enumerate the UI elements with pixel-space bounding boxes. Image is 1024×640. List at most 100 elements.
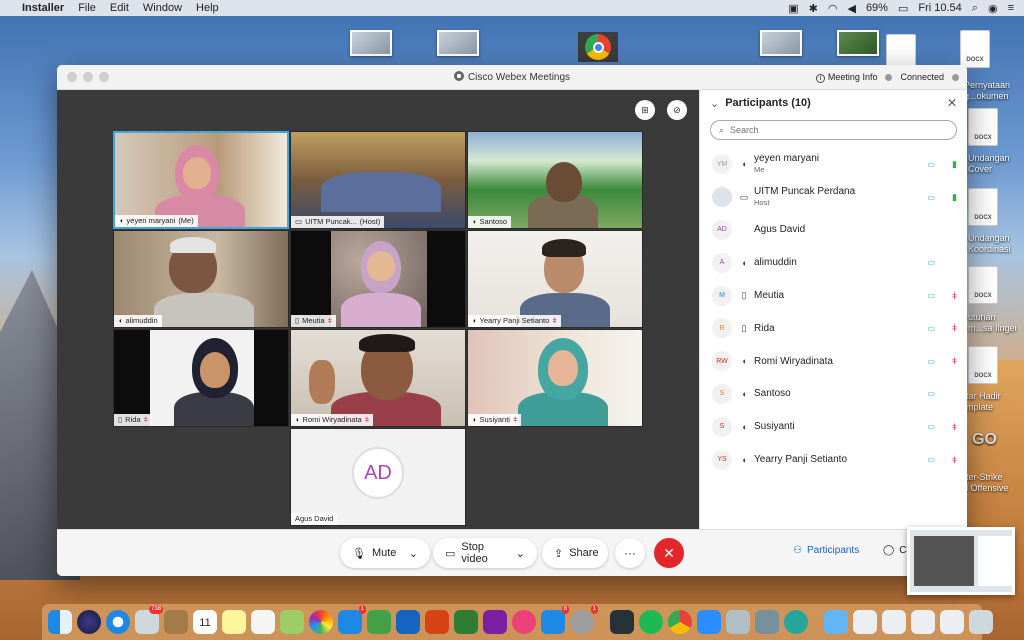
desktop-file-icon[interactable]: DOCX — [968, 108, 998, 146]
app-store-icon[interactable]: 8 — [541, 605, 569, 634]
window-preview-thumbnail[interactable] — [907, 527, 1015, 595]
battery-percent[interactable]: 69% — [866, 2, 888, 14]
participants-tab[interactable]: ⚇ Participants — [793, 545, 859, 556]
safari-icon[interactable] — [106, 610, 130, 634]
participant-row[interactable]: R ▯ Rida ▭ ǂ — [700, 312, 967, 345]
webex-status-icon[interactable]: ▣ — [788, 2, 798, 15]
menu-window[interactable]: Window — [143, 2, 182, 14]
meeting-info-button[interactable]: i Meeting Info — [815, 72, 877, 83]
facetime-icon[interactable] — [367, 610, 391, 634]
desktop-app-label[interactable]: ter-Strike l Offensive — [966, 472, 1008, 494]
siri-dock-icon[interactable] — [77, 610, 101, 634]
chevron-down-icon[interactable]: ⌄ — [516, 547, 525, 560]
clock[interactable]: Fri 10.54 — [918, 2, 961, 14]
document-stack-icon[interactable] — [853, 610, 877, 634]
music-icon[interactable] — [512, 610, 536, 634]
battery-icon[interactable]: ▭ — [898, 2, 908, 15]
chevron-down-icon[interactable]: ⌄ — [409, 547, 418, 560]
webex-dock-icon[interactable] — [784, 610, 808, 634]
desktop-file-label[interactable]: Pernyataan g...okumen — [964, 80, 1010, 102]
participant-row[interactable]: M ▯ Meutia ▭ ǂ — [700, 279, 967, 312]
video-tile-rida[interactable]: ▯ Rida ǂ — [113, 329, 289, 427]
word-icon[interactable] — [396, 610, 420, 634]
volume-icon[interactable]: ◀︎ — [847, 2, 855, 15]
xcode-icon[interactable] — [610, 610, 634, 634]
video-tile-alimuddin[interactable]: ◖ alimuddin — [113, 230, 289, 328]
onenote-icon[interactable] — [483, 610, 507, 634]
stop-video-button[interactable]: ▭ Stop video ⌄ — [433, 538, 537, 568]
folder-icon[interactable] — [824, 610, 848, 634]
layout-grid-icon[interactable]: ⊞ — [635, 100, 655, 120]
csgo-icon[interactable]: GO — [972, 432, 997, 448]
search-input[interactable] — [730, 125, 931, 135]
mute-button[interactable]: 🎙︎ Mute ⌄ — [340, 538, 430, 568]
menu-file[interactable]: File — [78, 2, 96, 14]
messages-blue-icon[interactable]: 1 — [338, 605, 366, 634]
participant-row[interactable]: S ◖ Santoso ▭ — [700, 378, 967, 411]
video-tile-yeyen[interactable]: ◖ yeyen maryani (Me) — [113, 131, 289, 229]
pin-icon[interactable]: ⊘ — [667, 100, 687, 120]
photos-icon[interactable] — [309, 610, 333, 634]
spotify-icon[interactable] — [639, 610, 663, 634]
reminders-icon[interactable] — [251, 610, 275, 634]
muted-mic-icon[interactable]: ǂ — [952, 291, 957, 301]
desktop-file-icon[interactable]: DOCX — [968, 346, 998, 384]
video-tile-susiyanti[interactable]: ◖ Susiyanti ǂ — [467, 329, 643, 427]
menu-app-name[interactable]: Installer — [22, 2, 64, 14]
participant-row[interactable]: ▭ UITM Puncak Perdana Host ▭ ▮ — [700, 181, 967, 214]
document-stack-icon[interactable] — [911, 610, 935, 634]
participant-row[interactable]: RW ◖ Romi Wiryadinata ▭ ǂ — [700, 345, 967, 378]
video-tile-agus[interactable]: AD Agus David — [290, 428, 466, 526]
desktop-file-icon[interactable]: DOCX — [968, 266, 998, 304]
document-stack-icon[interactable] — [940, 610, 964, 634]
video-tile-romi[interactable]: ◖ Romi Wiryadinata ǂ — [290, 329, 466, 427]
collapse-chevron-icon[interactable]: ⌄ — [710, 97, 719, 110]
disk-utility-icon[interactable] — [755, 610, 779, 634]
document-stack-icon[interactable] — [882, 610, 906, 634]
muted-mic-icon[interactable]: ǂ — [952, 323, 957, 333]
desktop-file-icon[interactable]: DOCX — [968, 188, 998, 226]
participant-row[interactable]: AD Agus David — [700, 214, 967, 247]
preview-icon[interactable] — [726, 610, 750, 634]
contacts-icon[interactable] — [164, 610, 188, 634]
siri-icon[interactable]: ◉ — [988, 2, 998, 15]
menu-edit[interactable]: Edit — [110, 2, 129, 14]
desktop-screenshot-thumbnail[interactable] — [837, 30, 879, 56]
close-panel-icon[interactable]: ✕ — [947, 96, 957, 110]
menu-help[interactable]: Help — [196, 2, 219, 14]
notes-icon[interactable] — [222, 610, 246, 634]
participant-row[interactable]: S ◖ Susiyanti ▭ ǂ — [700, 410, 967, 443]
control-center-icon[interactable]: ≡ — [1008, 2, 1014, 14]
video-tile-santoso[interactable]: ◖ Santoso — [467, 131, 643, 229]
maps-icon[interactable] — [280, 610, 304, 634]
spotlight-icon[interactable]: ⌕ — [972, 2, 978, 15]
desktop-file-label[interactable]: utuhan m...sa Ilngei — [968, 312, 1017, 334]
video-tile-uitm[interactable]: ▭ UITM Puncak... (Host) — [290, 131, 466, 229]
mic-active-icon[interactable]: ▮ — [952, 159, 957, 170]
muted-mic-icon[interactable]: ǂ — [952, 422, 957, 432]
finder-icon[interactable] — [48, 610, 72, 634]
muted-mic-icon[interactable]: ǂ — [952, 356, 957, 366]
participant-row[interactable]: YM ◖ yeyen maryani Me ▭ ▮ — [700, 148, 967, 181]
trash-icon[interactable] — [969, 610, 993, 634]
wifi-icon[interactable]: ◠ — [828, 2, 838, 15]
desktop-screenshot-thumbnail[interactable] — [437, 30, 479, 56]
more-options-button[interactable]: ··· — [615, 538, 645, 568]
end-call-button[interactable]: ✕ — [654, 538, 684, 568]
photos-app-icon[interactable]: 738 — [135, 605, 163, 634]
powerpoint-icon[interactable] — [425, 610, 449, 634]
bluetooth-icon[interactable]: ✱ — [809, 2, 818, 15]
chrome-icon[interactable] — [578, 32, 618, 62]
video-tile-meutia[interactable]: ▯ Meutia ǂ — [290, 230, 466, 328]
video-tile-yearry[interactable]: ◖ Yearry Panji Setianto ǂ — [467, 230, 643, 328]
zoom-icon[interactable] — [697, 610, 721, 634]
desktop-file-label[interactable]: Undangan Cover — [968, 153, 1010, 175]
desktop-file-label[interactable]: Undangan Koordinasi — [968, 233, 1011, 255]
chat-tab[interactable]: ◯ C — [883, 545, 906, 556]
participant-row[interactable]: A ◖ alimuddin ▭ — [700, 246, 967, 279]
excel-icon[interactable] — [454, 610, 478, 634]
system-preferences-icon[interactable]: 1 — [570, 605, 598, 634]
muted-mic-icon[interactable]: ǂ — [952, 455, 957, 465]
participant-search[interactable]: ⌕ — [710, 120, 957, 140]
mic-active-icon[interactable]: ▮ — [952, 192, 957, 203]
